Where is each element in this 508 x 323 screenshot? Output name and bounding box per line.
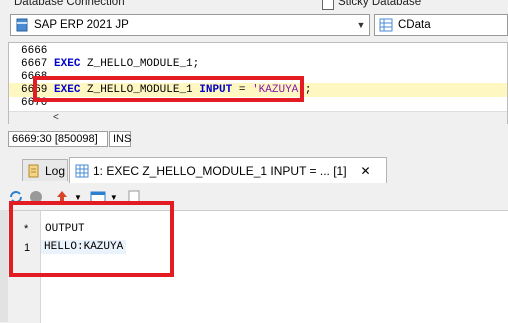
database-select[interactable]: CData [374,14,508,36]
result-highlight-box [9,201,174,277]
insert-mode: INS [109,131,131,147]
editor-line: 6666 [21,45,48,57]
tab-log[interactable]: Log [22,159,68,181]
database-value: CData [398,19,431,31]
editor-horizontal-scrollbar[interactable]: < [9,111,507,124]
query-highlight-box [33,76,304,102]
cursor-position: 6669:30 [850098] [8,131,108,147]
database-icon [16,18,28,32]
scroll-left-button[interactable]: < [53,112,59,123]
connection-select[interactable]: SAP ERP 2021 JP ▼ [10,14,370,36]
chevron-down-icon[interactable]: ▼ [353,15,369,35]
tab-label: Log [45,163,66,178]
sticky-database-label: Sticky Database [338,0,422,8]
table-icon [379,18,393,32]
grid-tab-icon [75,164,89,177]
close-icon[interactable]: ✕ [361,164,371,178]
log-icon [28,164,39,177]
connection-value: SAP ERP 2021 JP [34,19,129,31]
connection-label: Database Connection [14,0,125,8]
sticky-database-checkbox[interactable] [322,0,334,10]
tab-query-result[interactable]: 1: EXEC Z_HELLO_MODULE_1 INPUT = ... [1]… [69,157,387,183]
tab-label: 1: EXEC Z_HELLO_MODULE_1 INPUT = ... [1] [93,163,347,178]
editor-line: 6667 EXEC Z_HELLO_MODULE_1; [21,58,200,70]
